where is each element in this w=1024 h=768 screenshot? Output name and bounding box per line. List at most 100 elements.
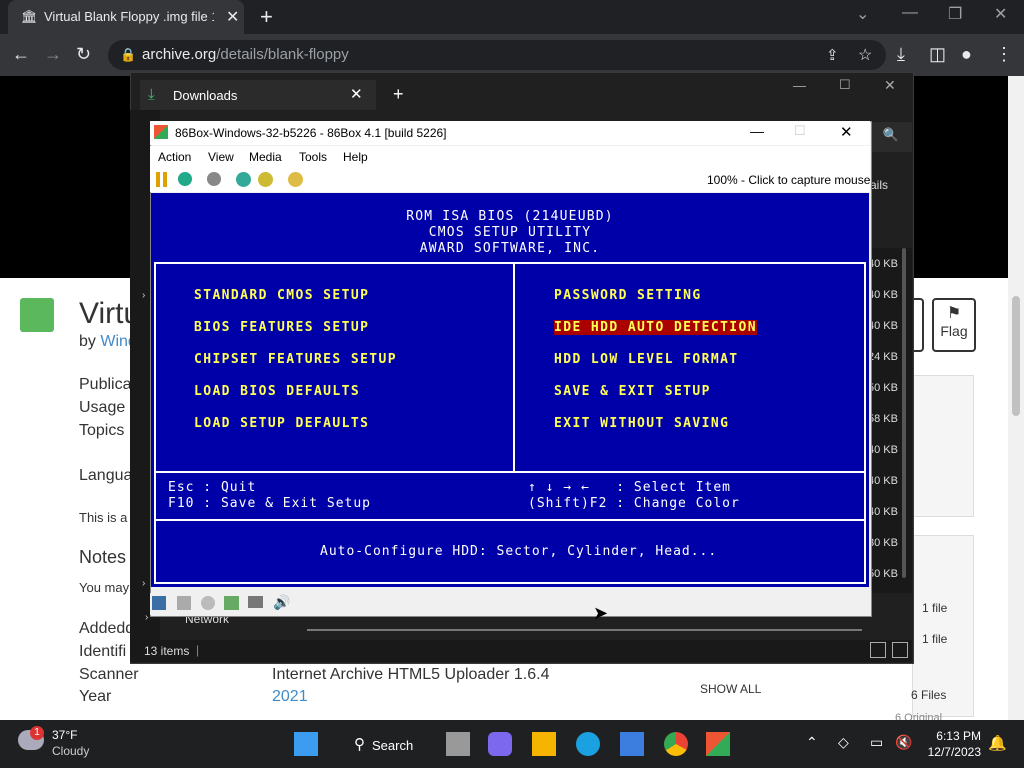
- notes-text: You may: [79, 580, 130, 595]
- file-list-scrollbar[interactable]: [902, 248, 906, 578]
- volume-mute-icon[interactable]: 🔇: [895, 734, 912, 751]
- bios-item-hdd-low-level[interactable]: HDD LOW LEVEL FORMAT: [554, 352, 739, 367]
- floppy-drive-2-icon[interactable]: [177, 596, 191, 610]
- expand-chevron-icon[interactable]: ›: [142, 290, 145, 301]
- details-view-icon[interactable]: [870, 642, 886, 658]
- bios-item-load-setup-defaults[interactable]: LOAD SETUP DEFAULTS: [194, 416, 369, 431]
- original-count: 6 Original: [895, 712, 943, 720]
- chat-icon[interactable]: [488, 732, 512, 756]
- share-icon[interactable]: ⇪: [826, 46, 839, 64]
- chrome-icon[interactable]: [664, 732, 688, 756]
- explorer-search-icon[interactable]: 🔍: [870, 122, 912, 152]
- menu-icon[interactable]: ⋮: [995, 44, 1013, 65]
- file-count-1: 1 file: [922, 601, 948, 615]
- tray-overflow-icon[interactable]: ⌃: [806, 734, 818, 751]
- store-icon[interactable]: [620, 732, 644, 756]
- start-button-icon[interactable]: [294, 732, 318, 756]
- explorer-minimize-button[interactable]: —: [793, 78, 806, 93]
- bios-header-utility: CMOS SETUP UTILITY: [428, 225, 592, 240]
- display-icon[interactable]: ▭: [870, 734, 883, 751]
- mouse-cursor-icon: ➤: [593, 603, 609, 623]
- menu-tools[interactable]: Tools: [299, 150, 327, 164]
- expand-chevron-icon-2[interactable]: ›: [142, 578, 145, 589]
- meta-label-scanner: Scanner: [79, 666, 139, 683]
- downloads-tab-label: Downloads: [173, 88, 238, 103]
- clock-time[interactable]: 6:13 PM: [925, 729, 981, 743]
- menu-view[interactable]: View: [208, 150, 234, 164]
- tab-search-icon[interactable]: ⌄: [856, 4, 869, 24]
- back-icon[interactable]: ←: [12, 44, 30, 65]
- page-scrollbar[interactable]: [1008, 76, 1024, 720]
- bios-item-password[interactable]: PASSWORD SETTING: [554, 288, 702, 303]
- browser-tab[interactable]: 🏛 Virtual Blank Floppy .img file 1.4 ✕: [8, 0, 244, 34]
- new-explorer-tab-button[interactable]: +: [393, 84, 404, 105]
- edge-icon[interactable]: [576, 732, 600, 756]
- close-window-button[interactable]: ✕: [994, 4, 1007, 24]
- menu-action[interactable]: Action: [158, 150, 191, 164]
- show-all-link[interactable]: SHOW ALL: [700, 682, 761, 696]
- close-tab-icon[interactable]: ✕: [226, 7, 239, 27]
- meta-label-added: Addedd: [79, 620, 135, 637]
- close-downloads-tab-icon[interactable]: ✕: [350, 85, 363, 103]
- network-chevron-icon[interactable]: ›: [145, 612, 148, 623]
- emulator-title-bar: 86Box-Windows-32-b5226 - 86Box 4.1 [buil…: [150, 121, 870, 145]
- clock-date[interactable]: 12/7/2023: [921, 745, 981, 759]
- explorer-close-button[interactable]: ✕: [884, 77, 896, 94]
- profile-icon[interactable]: ●: [961, 44, 972, 65]
- reset-icon[interactable]: [178, 172, 192, 186]
- file-explorer-icon[interactable]: [532, 732, 556, 756]
- bios-item-chipset-features[interactable]: CHIPSET FEATURES SETUP: [194, 352, 397, 367]
- download-icon[interactable]: ⤓: [897, 44, 905, 65]
- bios-item-standard-cmos[interactable]: STANDARD CMOS SETUP: [194, 288, 369, 303]
- 86box-app-icon: [154, 125, 168, 139]
- bios-item-save-exit[interactable]: SAVE & EXIT SETUP: [554, 384, 711, 399]
- sound-icon[interactable]: 🔊: [273, 594, 290, 611]
- 86box-taskbar-icon[interactable]: [706, 732, 730, 756]
- archive-favicon-icon: 🏛: [21, 9, 38, 24]
- ctrl-alt-esc-icon[interactable]: [258, 172, 273, 187]
- floppy-drive-icon[interactable]: [152, 596, 166, 610]
- weather-temp[interactable]: 37°F: [52, 728, 77, 742]
- network-off-icon[interactable]: ◇: [838, 734, 849, 751]
- weather-desc[interactable]: Cloudy: [52, 744, 89, 758]
- downloads-tab[interactable]: ⤓ Downloads ✕: [140, 80, 376, 110]
- menu-help[interactable]: Help: [343, 150, 368, 164]
- bios-item-ide-auto-detect[interactable]: IDE HDD AUTO DETECTION: [554, 320, 757, 335]
- network-card-icon[interactable]: [248, 596, 263, 608]
- files-count: 6 Files: [911, 688, 947, 702]
- restore-button[interactable]: ❐: [948, 4, 962, 24]
- search-button[interactable]: ⚲ Search: [346, 730, 426, 758]
- bookmark-star-icon[interactable]: ☆: [858, 45, 872, 65]
- hard-disk-icon[interactable]: [224, 596, 239, 610]
- task-view-icon[interactable]: [446, 732, 470, 756]
- emulator-close-button[interactable]: ✕: [840, 123, 853, 141]
- bios-divider-2: [156, 519, 864, 521]
- new-tab-button[interactable]: +: [260, 4, 273, 30]
- ctrl-alt-del-icon[interactable]: [236, 172, 251, 187]
- bios-item-exit-no-save[interactable]: EXIT WITHOUT SAVING: [554, 416, 729, 431]
- side-panel-icon[interactable]: ◫: [929, 44, 946, 65]
- flag-button[interactable]: ⚑ Flag: [932, 298, 976, 352]
- menu-media[interactable]: Media: [249, 150, 282, 164]
- forward-icon[interactable]: →: [44, 44, 62, 65]
- bios-item-load-bios-defaults[interactable]: LOAD BIOS DEFAULTS: [194, 384, 360, 399]
- address-bar[interactable]: 🔒 archive.org/details/blank-floppy ⇪ ☆: [108, 40, 886, 70]
- tiles-view-icon[interactable]: [892, 642, 908, 658]
- cdrom-icon[interactable]: [201, 596, 215, 610]
- explorer-maximize-button[interactable]: ☐: [839, 77, 851, 93]
- minimize-button[interactable]: —: [902, 4, 918, 22]
- horizontal-scrollbar[interactable]: [307, 629, 862, 631]
- reload-icon[interactable]: ↻: [76, 44, 91, 65]
- side-panel-box: [912, 375, 974, 517]
- settings-icon[interactable]: [288, 172, 303, 187]
- meta-value-year[interactable]: 2021: [272, 688, 308, 706]
- notification-bell-icon[interactable]: 🔔: [988, 734, 1007, 752]
- meta-label-publication: Publica: [79, 376, 132, 393]
- bios-item-bios-features[interactable]: BIOS FEATURES SETUP: [194, 320, 369, 335]
- power-icon[interactable]: [207, 172, 221, 186]
- emulator-minimize-button[interactable]: —: [750, 123, 764, 139]
- bios-screen[interactable]: ROM ISA BIOS (214UEUBD) CMOS SETUP UTILI…: [151, 193, 869, 587]
- emulator-maximize-button[interactable]: ☐: [794, 123, 806, 139]
- file-size: 40 KB: [868, 320, 898, 332]
- pause-icon[interactable]: [156, 172, 170, 187]
